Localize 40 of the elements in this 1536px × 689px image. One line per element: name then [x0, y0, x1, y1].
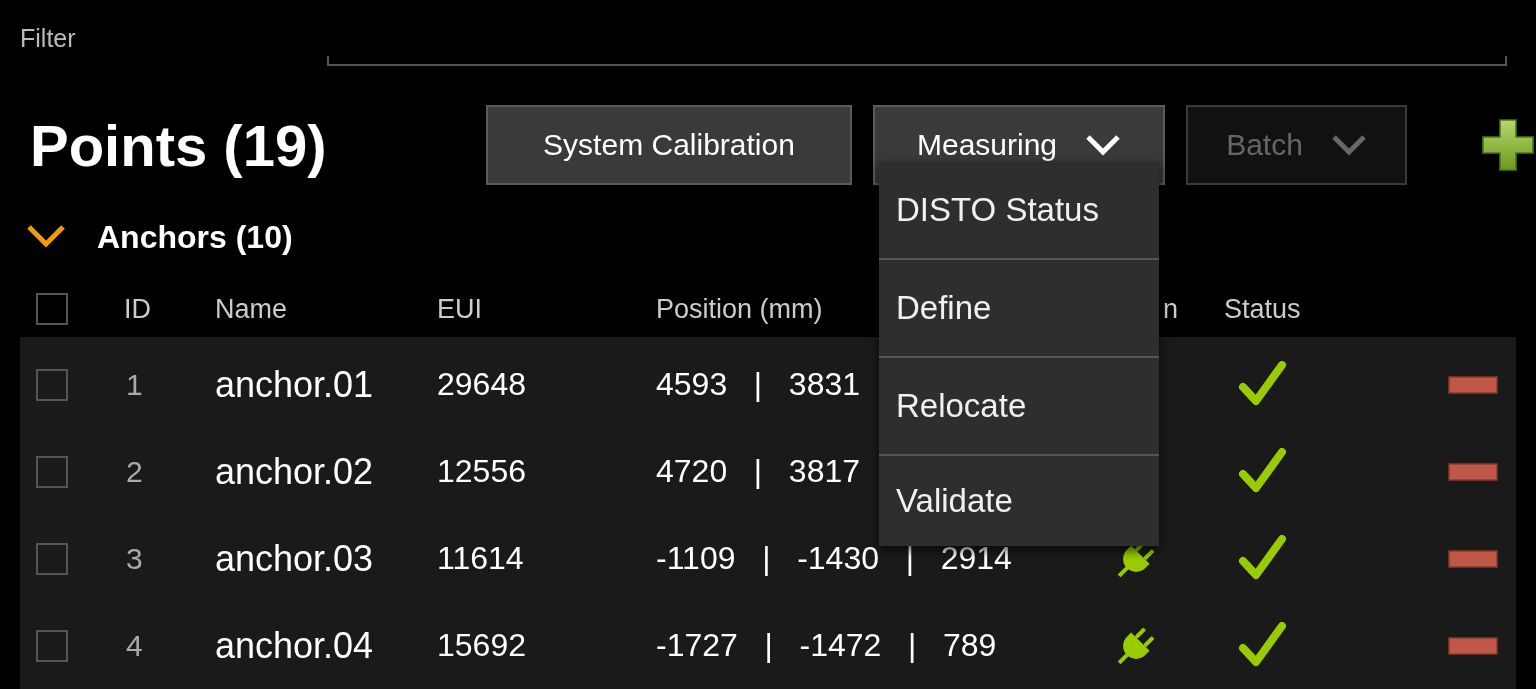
- menu-item[interactable]: Define: [879, 260, 1159, 356]
- column-header: n: [1162, 293, 1178, 325]
- column-header: EUI: [437, 293, 482, 325]
- table-cell-text: 15692: [437, 627, 527, 664]
- page-title: Points (19): [30, 111, 328, 179]
- table-cell-text: -1727 | -1472 | 789: [656, 627, 998, 664]
- table-cell-text: 4593 | 3831: [656, 366, 862, 403]
- table-cell-text: 11614: [437, 540, 525, 577]
- table-cell-text: 29648: [437, 366, 527, 403]
- menu-item[interactable]: Relocate: [879, 358, 1159, 454]
- add-icon[interactable]: [1482, 119, 1534, 171]
- table-cell-text: anchor.02: [215, 450, 375, 493]
- table-cell-text: 12556: [437, 453, 527, 490]
- checkbox[interactable]: [36, 368, 68, 401]
- table-cell-text: 3: [125, 541, 144, 576]
- table-cell-text: 4720 | 3817: [656, 453, 862, 490]
- chevron-down-icon: [1330, 134, 1367, 156]
- checkbox[interactable]: [36, 293, 68, 325]
- toolbar-button[interactable]: System Calibration: [486, 105, 852, 185]
- remove-icon[interactable]: [1448, 462, 1498, 481]
- checkbox[interactable]: [36, 455, 68, 488]
- column-header: Name: [215, 293, 288, 325]
- table-cell-text: 1: [125, 367, 144, 402]
- table-cell-text: 4: [125, 628, 144, 663]
- column-header: ID: [124, 293, 151, 325]
- chevron-down-icon[interactable]: [26, 224, 66, 250]
- filter-label: Filter: [20, 24, 77, 53]
- table-cell-text: anchor.03: [215, 537, 375, 580]
- table-cell-text: anchor.01: [215, 363, 375, 406]
- remove-icon[interactable]: [1448, 549, 1498, 568]
- chevron-down-icon: [1085, 134, 1122, 156]
- remove-icon[interactable]: [1448, 375, 1498, 394]
- checkbox[interactable]: [36, 542, 68, 575]
- table-cell-text: anchor.04: [215, 624, 375, 667]
- checkbox[interactable]: [36, 629, 68, 662]
- group-label: Anchors (10): [97, 218, 293, 256]
- remove-icon[interactable]: [1448, 636, 1498, 655]
- column-header: Position (mm): [656, 293, 823, 325]
- column-header: Status: [1224, 293, 1301, 325]
- table-cell-text: 2: [125, 454, 144, 489]
